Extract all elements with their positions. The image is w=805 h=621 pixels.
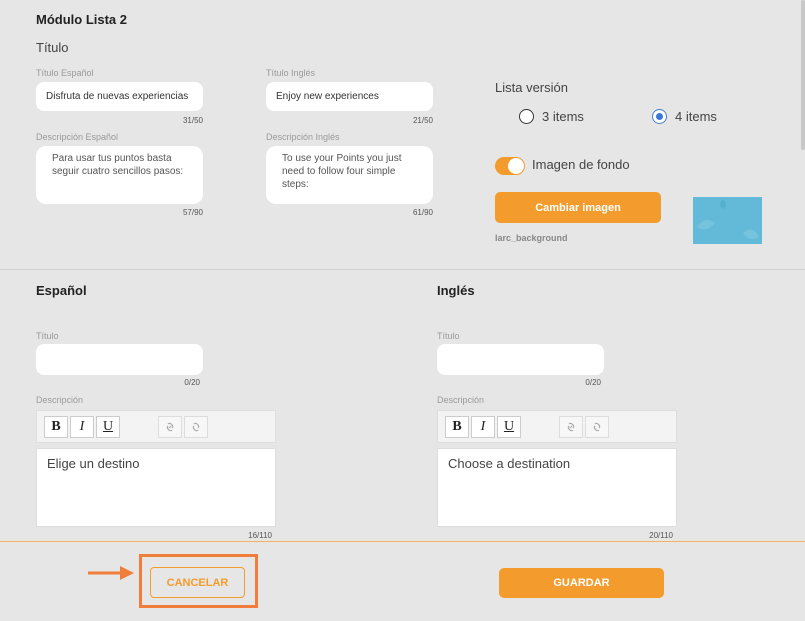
radio-4-items-label: 4 items [675, 109, 717, 124]
background-filename: larc_background [495, 233, 568, 243]
espanol-editor-toolbar: B I U [36, 410, 276, 443]
desc-en-label: Descripción Inglés [266, 132, 340, 142]
module-title: Módulo Lista 2 [36, 12, 127, 27]
cancel-button[interactable]: CANCELAR [150, 567, 245, 598]
espanol-desc-label: Descripción [36, 395, 84, 405]
titulo-es-input[interactable]: Disfruta de nuevas experiencias [36, 82, 203, 111]
espanol-editor-count: 16/110 [248, 531, 272, 540]
espanol-titulo-count: 0/20 [184, 378, 200, 387]
ingles-titulo-input[interactable] [437, 344, 604, 375]
espanol-titulo-label: Título [36, 331, 59, 341]
ingles-titulo-label: Título [437, 331, 460, 341]
radio-button[interactable] [519, 109, 534, 124]
desc-es-count: 57/90 [182, 208, 203, 217]
underline-button[interactable]: U [96, 416, 120, 438]
ingles-editor-count: 20/110 [649, 531, 673, 540]
desc-en-count: 61/90 [412, 208, 433, 217]
section-divider [0, 269, 805, 270]
background-thumbnail [693, 197, 762, 244]
underline-button[interactable]: U [497, 416, 521, 438]
espanol-heading: Español [36, 283, 87, 298]
scrollbar[interactable] [801, 0, 805, 150]
titulo-en-label: Título Inglés [266, 68, 316, 78]
italic-button[interactable]: I [471, 416, 495, 438]
background-toggle[interactable] [495, 157, 525, 175]
link-icon[interactable] [559, 416, 583, 438]
unlink-icon[interactable] [585, 416, 609, 438]
arrow-right-icon [88, 566, 134, 580]
titulo-es-label: Título Español [36, 68, 94, 78]
ingles-desc-label: Descripción [437, 395, 485, 405]
radio-3-items[interactable]: 3 items [519, 109, 584, 124]
desc-es-label: Descripción Español [36, 132, 119, 142]
footer-bar [0, 541, 805, 621]
leaf-pattern-icon [697, 199, 759, 240]
radio-3-items-label: 3 items [542, 109, 584, 124]
link-icon[interactable] [158, 416, 182, 438]
ingles-heading: Inglés [437, 283, 475, 298]
desc-en-textarea[interactable]: To use your Points you just need to foll… [266, 146, 433, 204]
titulo-en-input[interactable]: Enjoy new experiences [266, 82, 433, 111]
titulo-es-count: 31/50 [182, 116, 203, 125]
lista-version-label: Lista versión [495, 80, 568, 95]
titulo-heading: Título [36, 40, 69, 55]
ingles-editor-toolbar: B I U [437, 410, 677, 443]
ingles-titulo-count: 0/20 [585, 378, 601, 387]
save-button[interactable]: GUARDAR [499, 568, 664, 598]
espanol-titulo-input[interactable] [36, 344, 203, 375]
change-image-button[interactable]: Cambiar imagen [495, 192, 661, 223]
bold-button[interactable]: B [445, 416, 469, 438]
espanol-editor[interactable]: Elige un destino [36, 448, 276, 527]
unlink-icon[interactable] [184, 416, 208, 438]
background-toggle-label: Imagen de fondo [532, 157, 630, 172]
ingles-editor[interactable]: Choose a destination [437, 448, 677, 527]
desc-es-textarea[interactable]: Para usar tus puntos basta seguir cuatro… [36, 146, 203, 204]
bold-button[interactable]: B [44, 416, 68, 438]
radio-button-selected[interactable] [652, 109, 667, 124]
radio-4-items[interactable]: 4 items [652, 109, 717, 124]
italic-button[interactable]: I [70, 416, 94, 438]
titulo-en-count: 21/50 [412, 116, 433, 125]
